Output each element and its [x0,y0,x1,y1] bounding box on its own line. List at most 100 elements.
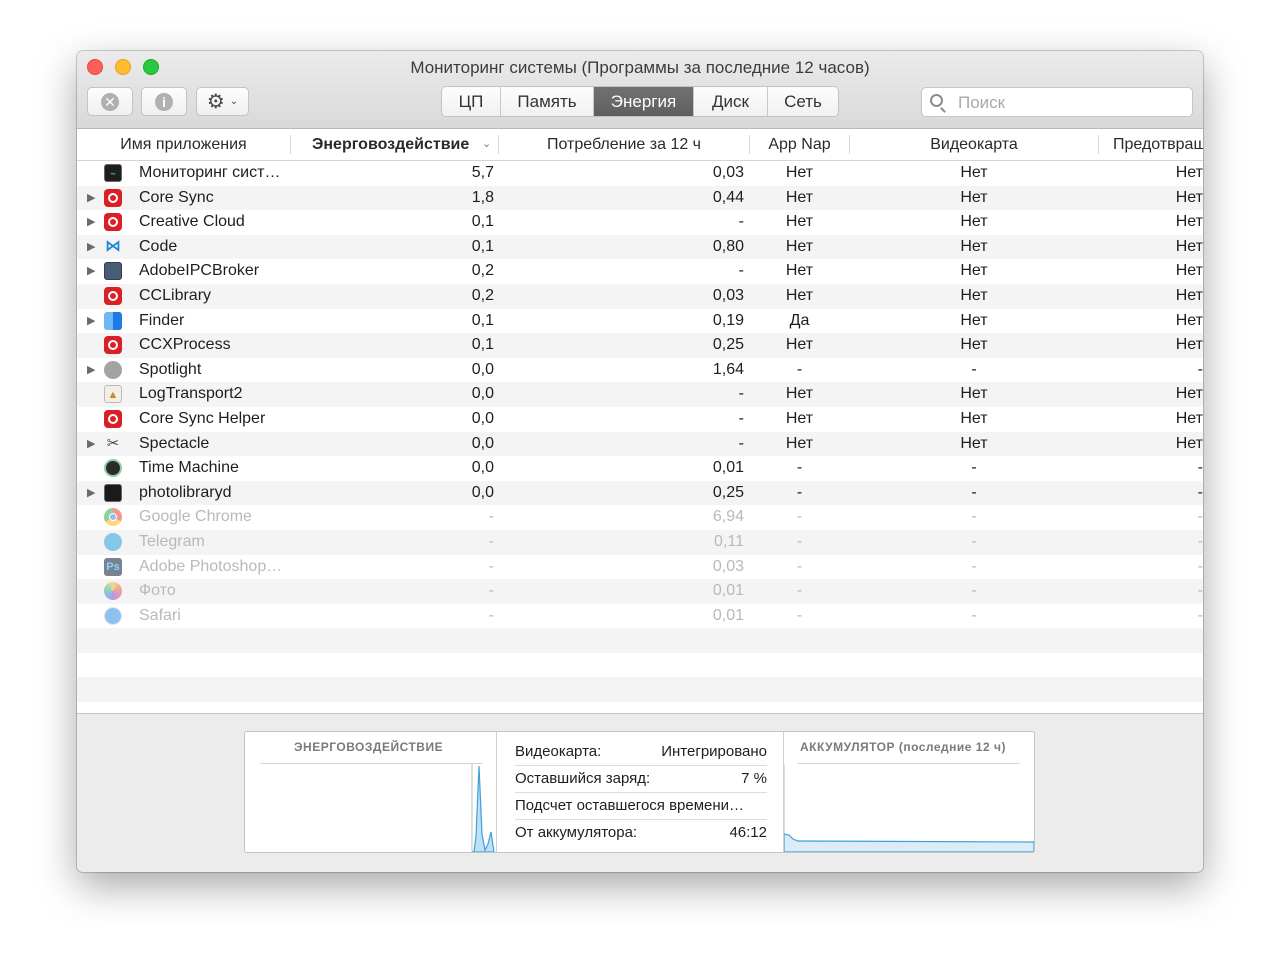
disclosure-triangle-icon[interactable]: ▶ [87,210,95,235]
table-row[interactable]: Core Sync Helper 0,0 - Нет Нет Нет [77,407,1203,432]
info-row-charge: Оставшийся заряд: 7 % [515,765,767,793]
tab-network[interactable]: Сеть [768,87,838,116]
table-row[interactable]: Safari - 0,01 - - - [77,604,1203,629]
app-nap-cell: Нет [785,164,814,181]
prevent-sleep-cell: Нет [1175,336,1203,354]
energy-impact-cell: 0,2 [471,262,494,280]
energy-impact-series [472,765,495,852]
table-row[interactable]: Time Machine 0,0 0,01 - - - [77,456,1203,481]
app-nap-cell: Нет [785,336,814,354]
app-nap-cell: - [796,606,803,624]
app-name-cell: AdobeIPCBroker [139,262,260,280]
energy-impact-cell: 0,1 [471,213,494,231]
usage-12h-cell: 0,03 [712,557,744,575]
search-field[interactable] [921,87,1193,117]
table-row[interactable]: Фото - 0,01 - - - [77,579,1203,604]
table-row[interactable]: ▶ Core Sync 1,8 0,44 Нет Нет Нет [77,185,1203,211]
column-divider[interactable] [1098,135,1099,154]
finder-icon [104,311,122,330]
column-header-energy-impact[interactable]: Энерговоздействие [291,129,485,160]
app-nap-cell: Нет [785,262,814,280]
info-value: 7 % [741,770,767,787]
activity-monitor-icon: ~ [104,164,122,182]
table-row[interactable]: Google Chrome - 6,94 - - - [77,505,1203,530]
app-nap-cell: Да [789,311,810,329]
toolbar: Мониторинг системы (Программы за последн… [77,51,1203,129]
tab-energy[interactable]: Энергия [594,87,694,116]
table-row[interactable]: CCXProcess 0,1 0,25 Нет Нет Нет [77,333,1203,358]
prevent-sleep-cell: Нет [1175,409,1203,427]
stop-process-button[interactable]: ✕ [87,87,133,116]
battery-title: АККУМУЛЯТОР (последние 12 ч) [800,740,1006,754]
inspect-process-button[interactable]: i [141,87,187,116]
disclosure-triangle-icon[interactable]: ▶ [87,358,95,383]
disclosure-triangle-icon[interactable]: ▶ [87,481,95,506]
info-circle-icon: i [155,92,173,111]
disclosure-triangle-icon[interactable]: ▶ [87,186,95,211]
table-row[interactable]: Telegram - 0,11 - - - [77,529,1203,555]
table-row[interactable]: ▶ AdobeIPCBroker 0,2 - Нет Нет Нет [77,259,1203,284]
energy-impact-cell: 0,0 [471,360,494,378]
chrome-icon [104,508,122,527]
empty-row [77,653,1203,678]
table-body: ~ Мониторинг сист… 5,7 0,03 Нет Нет Нет ▶ Core S… [77,161,1203,703]
table-row[interactable]: ▶ ⋈ Code 0,1 0,80 Нет Нет Нет [77,234,1203,260]
search-input[interactable] [956,91,1190,115]
energy-impact-cell: 0,0 [471,483,494,501]
column-header-12h-usage[interactable]: Потребление за 12 ч [499,129,749,160]
usage-12h-cell: - [738,409,744,427]
table-row[interactable]: ▶ Spotlight 0,0 1,64 - - - [77,358,1203,383]
creative-cloud-icon [104,409,122,428]
gpu-cell: Нет [960,409,988,427]
table-row[interactable]: ▲ LogTransport2 0,0 - Нет Нет Нет [77,382,1203,407]
app-name-cell: Telegram [139,532,205,550]
usage-12h-cell: - [738,262,744,280]
terminal-icon [104,483,122,502]
safari-icon [104,606,122,625]
energy-impact-cell: 5,7 [471,164,494,181]
info-label: Подсчет оставшегося времени… [515,797,745,814]
table-row[interactable]: CCLibrary 0,2 0,03 Нет Нет Нет [77,283,1203,309]
disclosure-triangle-icon[interactable]: ▶ [87,309,95,334]
app-name-cell: Spectacle [139,434,210,452]
app-nap-cell: Нет [785,409,814,427]
energy-impact-cell: 0,1 [471,336,494,354]
tab-memory[interactable]: Память [501,87,594,116]
app-nap-cell: - [796,508,803,526]
energy-impact-graph [471,764,495,852]
table-row[interactable]: ▶ Creative Cloud 0,1 - Нет Нет Нет [77,210,1203,235]
app-name-cell: Code [139,237,178,255]
usage-12h-cell: 0,19 [712,311,744,329]
tab-cpu[interactable]: ЦП [442,87,501,116]
app-name-cell: Мониторинг сист… [139,164,281,181]
gpu-cell: Нет [960,237,988,255]
table-row[interactable]: ▶ ✂ Spectacle 0,0 - Нет Нет Нет [77,431,1203,457]
gpu-cell: - [971,582,977,600]
table-row[interactable]: Ps Adobe Photoshop… - 0,03 - - - [77,555,1203,580]
usage-12h-cell: 0,25 [712,483,744,501]
prevent-sleep-cell: Нет [1175,311,1203,329]
disclosure-triangle-icon[interactable]: ▶ [87,259,95,284]
gpu-cell: - [971,360,977,378]
app-nap-cell: - [796,483,803,501]
gear-icon: ⚙ [206,90,225,113]
battery-level-series [784,833,1034,852]
table-row[interactable]: ▶ photolibraryd 0,0 0,25 - - - [77,480,1203,506]
disclosure-triangle-icon[interactable]: ▶ [87,235,95,260]
gpu-cell: Нет [960,336,988,354]
empty-row [77,677,1203,703]
column-header-prevent-sleep[interactable]: Предотвращ [1113,129,1203,160]
app-nap-cell: Нет [785,237,814,255]
app-name-cell: CCLibrary [139,286,212,304]
table-row[interactable]: ▶ Finder 0,1 0,19 Да Нет Нет [77,309,1203,334]
table-row[interactable]: ~ Мониторинг сист… 5,7 0,03 Нет Нет Нет [77,161,1203,186]
adobe-ipc-broker-icon [104,262,122,281]
info-label: От аккумулятора: [515,824,638,841]
column-header-app-nap[interactable]: App Nap [750,129,849,160]
column-header-app-name[interactable]: Имя приложения [77,129,290,160]
tab-disk[interactable]: Диск [694,87,768,116]
disclosure-triangle-icon[interactable]: ▶ [87,432,95,457]
column-header-gpu[interactable]: Видеокарта [850,129,1098,160]
action-menu-button[interactable]: ⚙ ⌄ [196,87,249,116]
prevent-sleep-cell: Нет [1175,262,1203,280]
